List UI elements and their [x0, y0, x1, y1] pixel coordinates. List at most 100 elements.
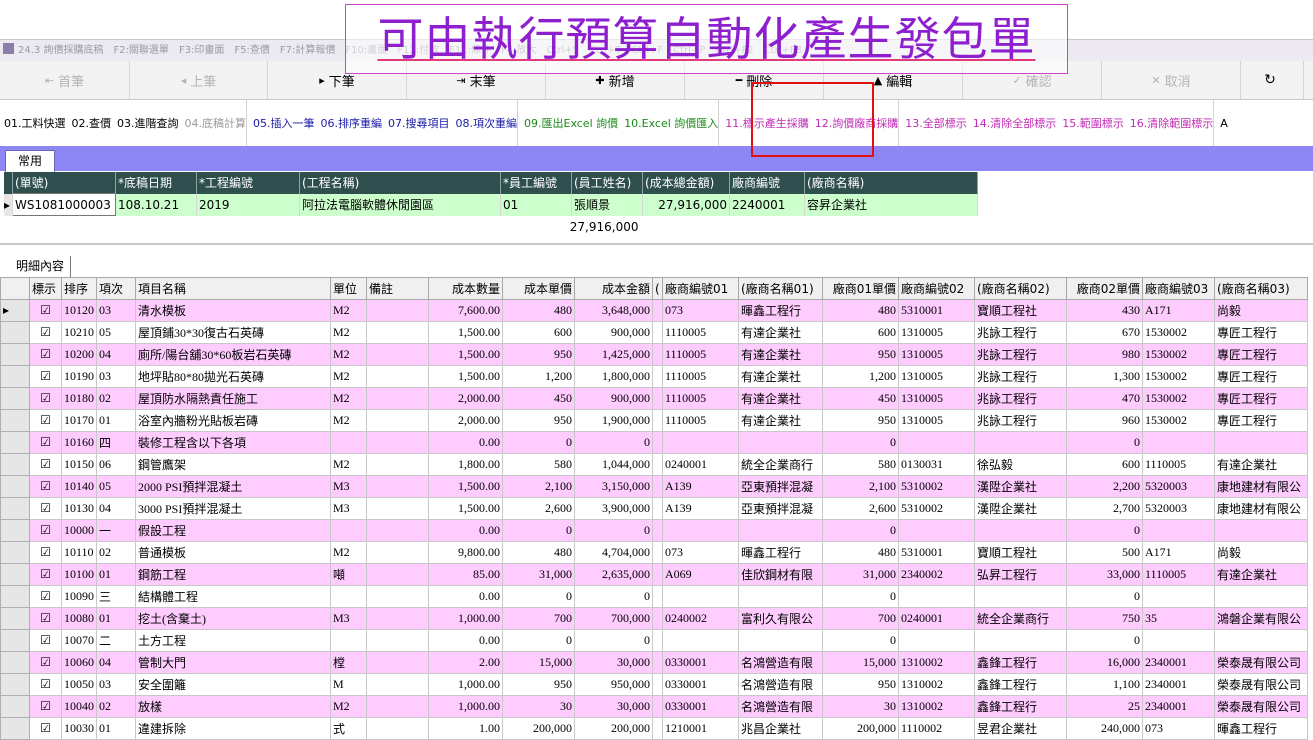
detail-cell[interactable]: 0 [822, 629, 899, 652]
master-cell[interactable]: 01 [500, 193, 572, 216]
function-button[interactable]: 01.工料快選 [0, 100, 66, 146]
master-column-header[interactable]: *工程編號 [196, 172, 300, 194]
detail-cell[interactable] [1142, 519, 1215, 542]
detail-cell[interactable]: 02 [96, 387, 136, 410]
detail-cell[interactable]: 200,000 [502, 717, 575, 740]
detail-row[interactable]: ☑ 10040 02 放樣 M2 1,000.00 30 30,000 0330001 名鴻營造有… [0, 695, 1308, 718]
detail-cell[interactable]: 10060 [61, 651, 97, 674]
detail-cell[interactable]: 200,000 [822, 717, 899, 740]
detail-cell[interactable]: 鑫鋒工程行 [974, 673, 1067, 696]
detail-cell[interactable] [366, 541, 429, 564]
detail-cell[interactable]: 0.00 [428, 629, 503, 652]
detail-cell[interactable]: 10170 [61, 409, 97, 432]
function-button[interactable]: A [1214, 100, 1228, 146]
detail-cell[interactable]: 10090 [61, 585, 97, 608]
detail-cell[interactable] [1214, 431, 1308, 454]
detail-cell[interactable]: 960 [1066, 409, 1143, 432]
detail-cell[interactable]: 屋頂鋪30*30復古石英磚 [135, 321, 331, 344]
detail-cell[interactable]: 有達企業社 [1214, 563, 1308, 586]
detail-cell[interactable]: 0 [822, 519, 899, 542]
detail-cell[interactable]: 安全圍籬 [135, 673, 331, 696]
mark-checkbox[interactable]: ☑ [29, 475, 62, 498]
detail-cell[interactable]: 500 [1066, 541, 1143, 564]
detail-cell[interactable] [366, 651, 429, 674]
detail-cell[interactable]: 0 [1066, 585, 1143, 608]
master-column-header[interactable]: *員工編號 [500, 172, 572, 194]
detail-cell[interactable]: 05 [96, 475, 136, 498]
detail-cell[interactable] [652, 585, 663, 608]
detail-cell[interactable]: 03 [96, 299, 136, 322]
row-header[interactable] [0, 409, 30, 432]
detail-cell[interactable]: 85.00 [428, 563, 503, 586]
detail-column-header[interactable]: 項次 [96, 277, 136, 300]
detail-cell[interactable]: 0 [1066, 519, 1143, 542]
detail-cell[interactable]: 管制大門 [135, 651, 331, 674]
detail-cell[interactable]: 600 [502, 321, 575, 344]
detail-cell[interactable]: 1,000.00 [428, 607, 503, 630]
detail-cell[interactable]: M2 [330, 343, 367, 366]
detail-cell[interactable]: 2,700 [1066, 497, 1143, 520]
detail-cell[interactable]: 1310005 [898, 343, 975, 366]
master-cell[interactable]: 27,916,000 [642, 193, 730, 216]
detail-cell[interactable]: 16,000 [1066, 651, 1143, 674]
detail-cell[interactable]: 2,100 [822, 475, 899, 498]
detail-cell[interactable] [652, 299, 663, 322]
detail-cell[interactable]: M2 [330, 453, 367, 476]
detail-cell[interactable]: 670 [1066, 321, 1143, 344]
detail-cell[interactable]: 廁所/陽台舖30*60板岩石英磚 [135, 343, 331, 366]
mark-checkbox[interactable]: ☑ [29, 497, 62, 520]
tab-common[interactable]: 常用 [5, 150, 55, 172]
detail-cell[interactable]: 普通模板 [135, 541, 331, 564]
detail-cell[interactable] [652, 541, 663, 564]
detail-cell[interactable]: 1310002 [898, 673, 975, 696]
detail-cell[interactable]: 7,600.00 [428, 299, 503, 322]
detail-column-header[interactable]: 排序 [61, 277, 97, 300]
detail-cell[interactable]: 950 [822, 673, 899, 696]
mark-checkbox[interactable]: ☑ [29, 343, 62, 366]
detail-cell[interactable]: 土方工程 [135, 629, 331, 652]
detail-cell[interactable]: M3 [330, 475, 367, 498]
detail-cell[interactable]: 挖土(含棄土) [135, 607, 331, 630]
detail-cell[interactable]: 專匠工程行 [1214, 321, 1308, 344]
detail-column-header[interactable]: 成本數量 [428, 277, 503, 300]
detail-cell[interactable]: 5310002 [898, 475, 975, 498]
mark-checkbox[interactable]: ☑ [29, 387, 62, 410]
detail-cell[interactable]: 1310005 [898, 365, 975, 388]
detail-cell[interactable]: 1,500.00 [428, 475, 503, 498]
detail-cell[interactable]: 073 [662, 299, 739, 322]
detail-cell[interactable]: 950 [822, 409, 899, 432]
row-header[interactable] [0, 497, 30, 520]
detail-cell[interactable]: 放樣 [135, 695, 331, 718]
detail-cell[interactable]: 樘 [330, 651, 367, 674]
detail-cell[interactable]: 950,000 [574, 673, 653, 696]
detail-cell[interactable]: 名鴻營造有限 [738, 695, 823, 718]
detail-cell[interactable]: 0130031 [898, 453, 975, 476]
detail-cell[interactable]: 1,500.00 [428, 365, 503, 388]
master-column-header[interactable]: *底稿日期 [115, 172, 197, 194]
detail-cell[interactable]: 地坪貼80*80拋光石英磚 [135, 365, 331, 388]
detail-cell[interactable] [738, 519, 823, 542]
detail-cell[interactable]: 鴻磐企業有限公 [1214, 607, 1308, 630]
row-header[interactable] [0, 321, 30, 344]
first-record-button[interactable]: ⇤ 首筆 [0, 61, 130, 99]
detail-column-header[interactable]: 成本單價 [502, 277, 575, 300]
detail-cell[interactable]: 尚毅 [1214, 299, 1308, 322]
detail-cell[interactable]: 式 [330, 717, 367, 740]
detail-cell[interactable]: 900,000 [574, 387, 653, 410]
detail-cell[interactable]: 2,635,000 [574, 563, 653, 586]
detail-cell[interactable] [974, 431, 1067, 454]
detail-cell[interactable] [1142, 629, 1215, 652]
detail-cell[interactable]: A069 [662, 563, 739, 586]
detail-row[interactable]: ☑ 10160 四裝修工程含以下各項 0.00 0 0 0 0 [0, 431, 1308, 454]
row-header[interactable] [0, 365, 30, 388]
detail-cell[interactable] [366, 475, 429, 498]
detail-cell[interactable] [1142, 431, 1215, 454]
detail-cell[interactable]: 0 [574, 629, 653, 652]
detail-cell[interactable] [652, 497, 663, 520]
detail-cell[interactable]: M2 [330, 365, 367, 388]
detail-cell[interactable] [662, 431, 739, 454]
detail-cell[interactable]: 2.00 [428, 651, 503, 674]
detail-cell[interactable]: 1310005 [898, 409, 975, 432]
detail-cell[interactable]: A139 [662, 475, 739, 498]
detail-cell[interactable]: 0 [502, 519, 575, 542]
